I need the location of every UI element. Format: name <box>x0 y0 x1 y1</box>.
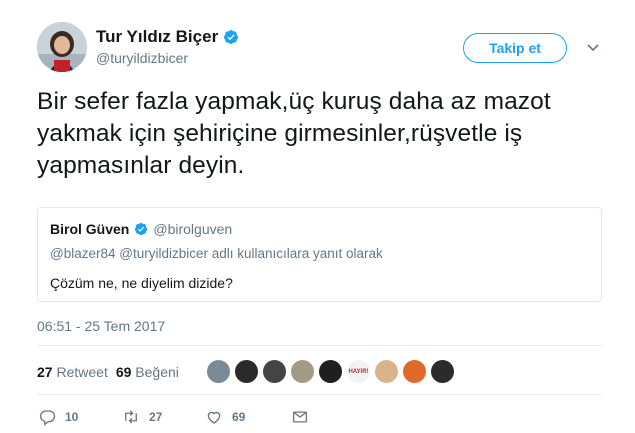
like-stat-count: 69 <box>115 364 132 380</box>
direct-message-action[interactable] <box>291 408 309 426</box>
follow-button[interactable]: Takip et <box>463 33 567 63</box>
divider-top <box>37 345 602 346</box>
like-action[interactable]: 69 <box>205 408 291 426</box>
quoted-author-name: Birol Güven <box>50 221 130 237</box>
avatar-dark-2[interactable] <box>430 359 455 384</box>
avatar-text-label: HAYIR! <box>348 368 369 375</box>
avatar-blonde[interactable] <box>374 359 399 384</box>
avatar-text[interactable]: HAYIR! <box>346 359 371 384</box>
avatar-dark[interactable] <box>318 359 343 384</box>
action-bar: 10 27 69 <box>38 408 309 426</box>
retweet-stat[interactable]: 27 Retweet <box>37 364 108 380</box>
reply-action[interactable]: 10 <box>38 408 122 426</box>
verified-badge-icon <box>224 30 239 44</box>
avatar-bw-pattern[interactable] <box>262 359 287 384</box>
avatar-image <box>37 22 87 72</box>
author-name-row: Tur Yıldız Biçer <box>96 27 239 47</box>
avatar-landscape[interactable] <box>206 359 231 384</box>
reply-count: 10 <box>65 410 79 424</box>
author-avatar[interactable] <box>37 22 87 72</box>
engagement-stats: 27 Retweet 69 Beğeni <box>37 364 179 380</box>
quoted-tweet-header: Birol Güven @birolguven <box>50 221 232 237</box>
like-count: 69 <box>232 410 246 424</box>
avatar-woman[interactable] <box>234 359 259 384</box>
liker-avatars: HAYIR! <box>206 359 455 384</box>
divider-bottom <box>37 394 602 395</box>
quoted-author-handle: @birolguven <box>153 221 233 237</box>
tweet-text: Bir sefer fazla yapmak,üç kuruş daha az … <box>37 88 551 179</box>
like-stat-label: Beğeni <box>135 364 179 380</box>
avatar-orange[interactable] <box>402 359 427 384</box>
avatar-man[interactable] <box>290 359 315 384</box>
tweet-timestamp[interactable]: 06:51 - 25 Tem 2017 <box>37 318 165 334</box>
like-stat[interactable]: 69 Beğeni <box>116 364 179 380</box>
verified-badge-icon <box>135 222 148 236</box>
author-name[interactable]: Tur Yıldız Biçer <box>96 27 218 47</box>
heart-icon <box>207 411 221 424</box>
author-handle[interactable]: @turyildizbicer <box>96 50 188 66</box>
retweet-stat-count: 27 <box>37 364 53 380</box>
quoted-tweet-text: Çözüm ne, ne diyelim dizide? <box>50 275 233 291</box>
retweet-action[interactable]: 27 <box>122 408 205 426</box>
retweet-count: 27 <box>149 410 163 424</box>
chevron-down-icon[interactable] <box>586 40 600 54</box>
reply-icon <box>39 410 56 426</box>
quoted-tweet[interactable]: Birol Güven @birolguven @blazer84 @turyi… <box>37 207 602 302</box>
quoted-reply-context: @blazer84 @turyildizbicer adlı kullanıcı… <box>50 246 383 261</box>
retweet-icon <box>125 410 137 424</box>
retweet-stat-label: Retweet <box>56 364 108 380</box>
envelope-icon <box>292 411 308 423</box>
